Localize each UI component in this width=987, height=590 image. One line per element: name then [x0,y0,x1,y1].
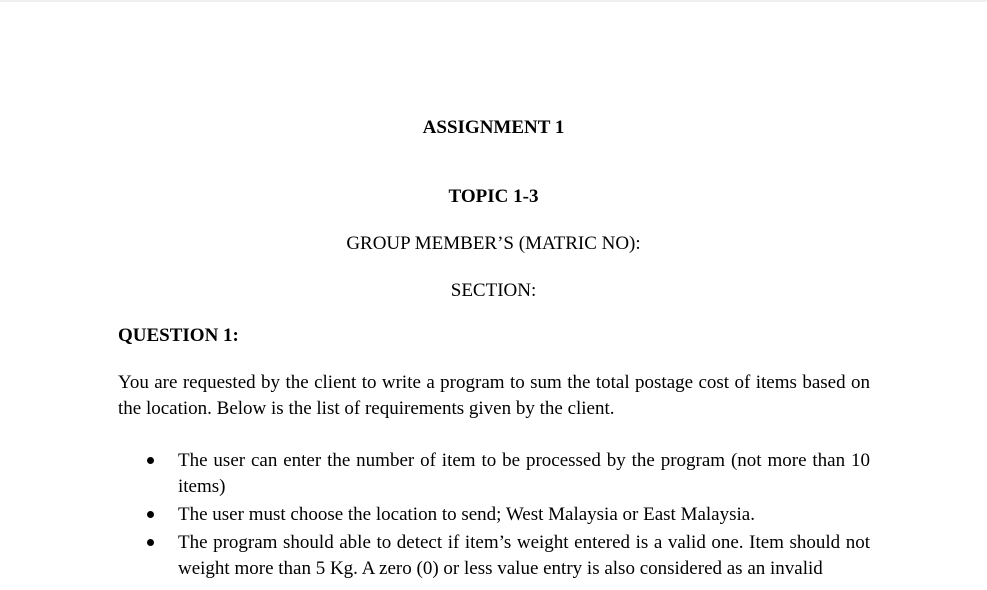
question-heading: QUESTION 1: [118,325,239,346]
assignment-title: ASSIGNMENT 1 [422,117,565,138]
bullet-icon [147,511,154,518]
requirement-text: The program should able to detect if ite… [178,532,870,579]
section-label: SECTION: [450,280,537,301]
requirement-text: The user can enter the number of item to… [178,450,870,497]
requirement-text: The user must choose the location to sen… [178,504,755,525]
list-item: The program should able to detect if ite… [0,530,987,590]
intro-paragraph: You are requested by the client to write… [118,372,870,419]
topic-heading: TOPIC 1-3 [448,186,539,207]
document-page: ASSIGNMENT 1 TOPIC 1-3 GROUP MEMBER’S (M… [0,0,987,579]
group-members-label: GROUP MEMBER’S (MATRIC NO): [346,233,641,254]
list-item: The user can enter the number of item to… [0,448,987,502]
requirements-list: The user can enter the number of item to… [0,448,987,590]
list-item: The user must choose the location to sen… [0,502,987,530]
bullet-icon [147,457,154,464]
bullet-icon [147,539,154,546]
